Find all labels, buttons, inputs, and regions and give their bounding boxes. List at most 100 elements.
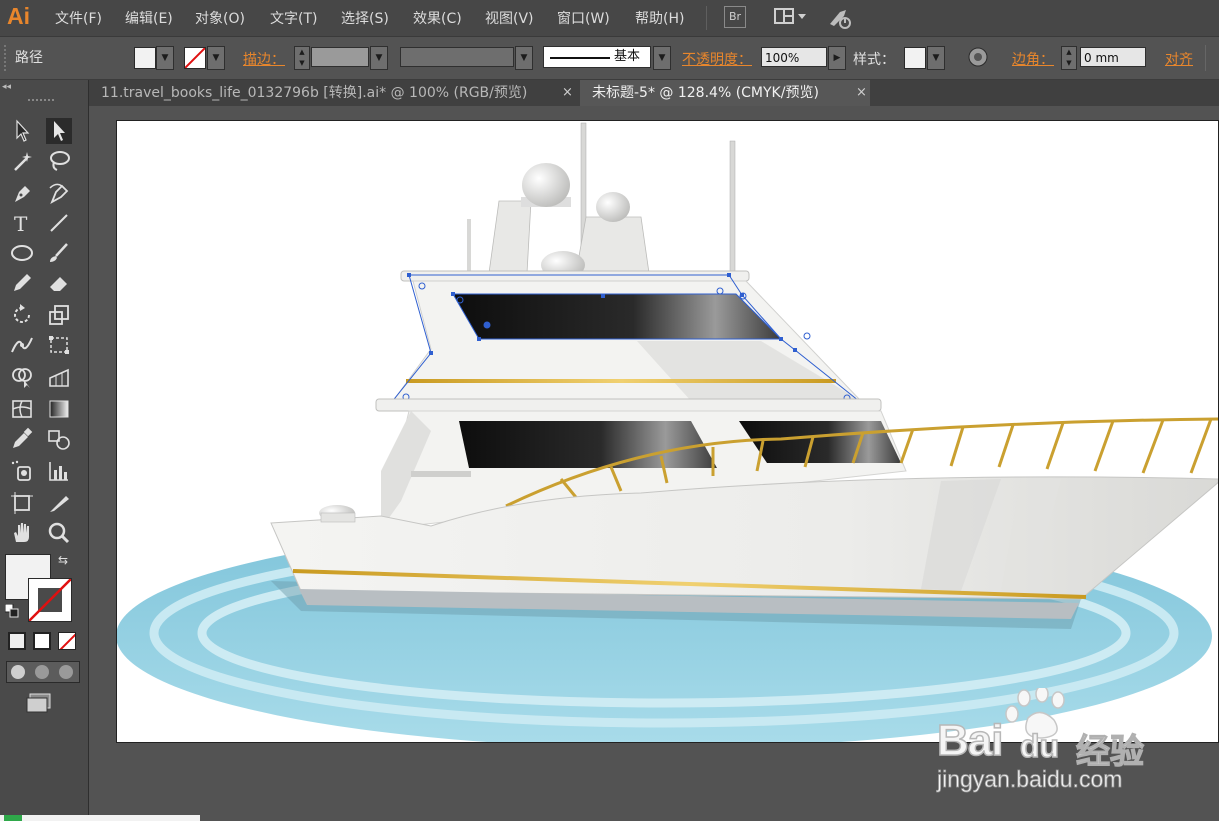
pencil-icon xyxy=(14,274,31,291)
menu-window[interactable]: 窗口(W) xyxy=(557,8,610,28)
brush-stroke-preview xyxy=(550,57,610,59)
variable-width-dropdown[interactable]: ▼ xyxy=(515,46,533,70)
radar-arch xyxy=(488,163,650,279)
stroke-swatch[interactable] xyxy=(184,47,206,69)
paintbrush-tool[interactable] xyxy=(46,240,72,266)
direct-selection-tool[interactable] xyxy=(46,118,72,144)
gradient-tool[interactable] xyxy=(46,396,72,422)
none-mode-button[interactable] xyxy=(58,632,76,650)
curvature-tool[interactable] xyxy=(46,180,72,206)
column-graph-tool[interactable] xyxy=(46,458,72,484)
control-bar: 路径 ▼ ▼ 描边： ▲ ▼ ▼ ▼ 基本 ▼ 不透明度： 100% ▶ 样式： … xyxy=(0,37,1219,80)
mesh-icon xyxy=(12,400,32,418)
stroke-dropdown[interactable]: ▼ xyxy=(207,46,225,70)
status-bar xyxy=(0,815,200,821)
line-tool[interactable] xyxy=(46,210,72,236)
menu-select[interactable]: 选择(S) xyxy=(341,8,389,28)
tab-untitled-5-close-icon[interactable]: × xyxy=(856,80,867,106)
menu-view[interactable]: 视图(V) xyxy=(485,8,534,28)
tab-travel-books-close-icon[interactable]: × xyxy=(562,80,573,106)
tab-untitled-5[interactable]: 未标题-5* @ 128.4% (CMYK/预览) xyxy=(580,80,870,106)
none-color-icon xyxy=(185,48,205,68)
rocket-icon xyxy=(830,10,851,29)
artboard-tool[interactable] xyxy=(9,490,35,516)
gradient-mode-button[interactable] xyxy=(33,632,51,650)
recolor-artwork-button[interactable] xyxy=(968,47,988,67)
brush-definition[interactable]: 基本 xyxy=(543,46,651,68)
opacity-dropdown[interactable]: ▶ xyxy=(828,46,846,70)
arrange-documents-button[interactable] xyxy=(773,6,809,28)
scale-tool[interactable] xyxy=(46,302,72,328)
stroke-weight-stepper[interactable]: ▲ ▼ xyxy=(294,46,310,70)
menu-help[interactable]: 帮助(H) xyxy=(635,8,684,28)
opacity-label[interactable]: 不透明度： xyxy=(682,49,752,69)
stroke-weight-dropdown[interactable]: ▼ xyxy=(370,46,388,70)
opacity-field[interactable]: 100% xyxy=(761,47,827,67)
stroke-weight-field[interactable] xyxy=(311,47,369,67)
pen-tool[interactable] xyxy=(9,180,35,206)
stroke-color-box[interactable] xyxy=(28,578,72,622)
selection-type-label: 路径 xyxy=(15,50,43,66)
color-wheel-icon xyxy=(968,47,988,67)
variable-width-profile[interactable] xyxy=(400,47,514,67)
gpu-performance-button[interactable] xyxy=(826,6,856,29)
eyedropper-tool[interactable] xyxy=(9,426,35,452)
align-label[interactable]: 对齐 xyxy=(1165,49,1193,69)
default-fill-stroke-icon[interactable] xyxy=(4,603,19,618)
screen-mode-button[interactable] xyxy=(26,692,54,714)
upper-deck xyxy=(392,270,863,402)
artboard[interactable] xyxy=(116,120,1219,743)
eraser-tool[interactable] xyxy=(46,270,72,296)
tools-panel: ◂◂ T ⇆ xyxy=(0,80,89,821)
fill-swatch[interactable] xyxy=(134,47,156,69)
symbol-sprayer-tool[interactable] xyxy=(9,458,35,484)
menu-type[interactable]: 文字(T) xyxy=(270,8,317,28)
collapse-panel-icon[interactable]: ◂◂ xyxy=(2,82,11,92)
hand-tool[interactable] xyxy=(9,520,35,546)
ellipse-tool[interactable] xyxy=(9,240,35,266)
tools-panel-grip[interactable] xyxy=(28,99,54,105)
type-tool[interactable]: T xyxy=(9,210,35,236)
menu-object[interactable]: 对象(O) xyxy=(195,8,245,28)
corner-radius-field[interactable]: 0 mm xyxy=(1080,47,1146,67)
yacht-illustration[interactable] xyxy=(117,121,1219,743)
tab-travel-books[interactable]: 11.travel_books_life_0132796b [转换].ai* @… xyxy=(89,80,578,106)
stroke-label[interactable]: 描边： xyxy=(243,49,285,69)
blend-tool[interactable] xyxy=(46,426,72,452)
direct-selection-arrow-icon xyxy=(54,121,65,141)
zoom-tool[interactable] xyxy=(46,520,72,546)
svg-text:T: T xyxy=(14,212,28,236)
menu-edit[interactable]: 编辑(E) xyxy=(125,8,173,28)
column-graph-icon xyxy=(49,462,68,481)
line-segment-icon xyxy=(50,214,68,232)
magic-wand-tool[interactable] xyxy=(9,148,35,174)
graphic-style-dropdown[interactable]: ▼ xyxy=(927,46,945,70)
swap-fill-stroke-icon[interactable]: ⇆ xyxy=(58,553,68,567)
slice-knife-icon xyxy=(50,496,69,512)
slice-tool[interactable] xyxy=(46,490,72,516)
perspective-grid-tool[interactable] xyxy=(46,364,72,390)
menu-effect[interactable]: 效果(C) xyxy=(413,8,462,28)
mesh-tool[interactable] xyxy=(9,396,35,422)
control-bar-grip[interactable] xyxy=(4,45,9,71)
bridge-button[interactable]: Br xyxy=(724,6,746,28)
scale-icon xyxy=(49,305,69,325)
width-tool[interactable] xyxy=(9,332,35,358)
corner-stepper[interactable]: ▲ ▼ xyxy=(1061,46,1077,70)
lasso-tool[interactable] xyxy=(46,148,72,174)
rotate-tool[interactable] xyxy=(9,302,35,328)
draw-normal-icon[interactable] xyxy=(11,665,25,679)
pencil-tool[interactable] xyxy=(9,270,35,296)
selection-tool[interactable] xyxy=(9,118,35,144)
fill-dropdown[interactable]: ▼ xyxy=(156,46,174,70)
graphic-style-swatch[interactable] xyxy=(904,47,926,69)
color-mode-button[interactable] xyxy=(8,632,26,650)
shape-builder-tool[interactable] xyxy=(9,364,35,390)
corner-label[interactable]: 边角： xyxy=(1012,49,1054,69)
draw-inside-icon[interactable] xyxy=(59,665,73,679)
draw-behind-icon[interactable] xyxy=(35,665,49,679)
artboard-icon xyxy=(11,492,33,514)
brush-dropdown[interactable]: ▼ xyxy=(653,46,671,70)
menu-file[interactable]: 文件(F) xyxy=(55,8,102,28)
free-transform-tool[interactable] xyxy=(46,332,72,358)
